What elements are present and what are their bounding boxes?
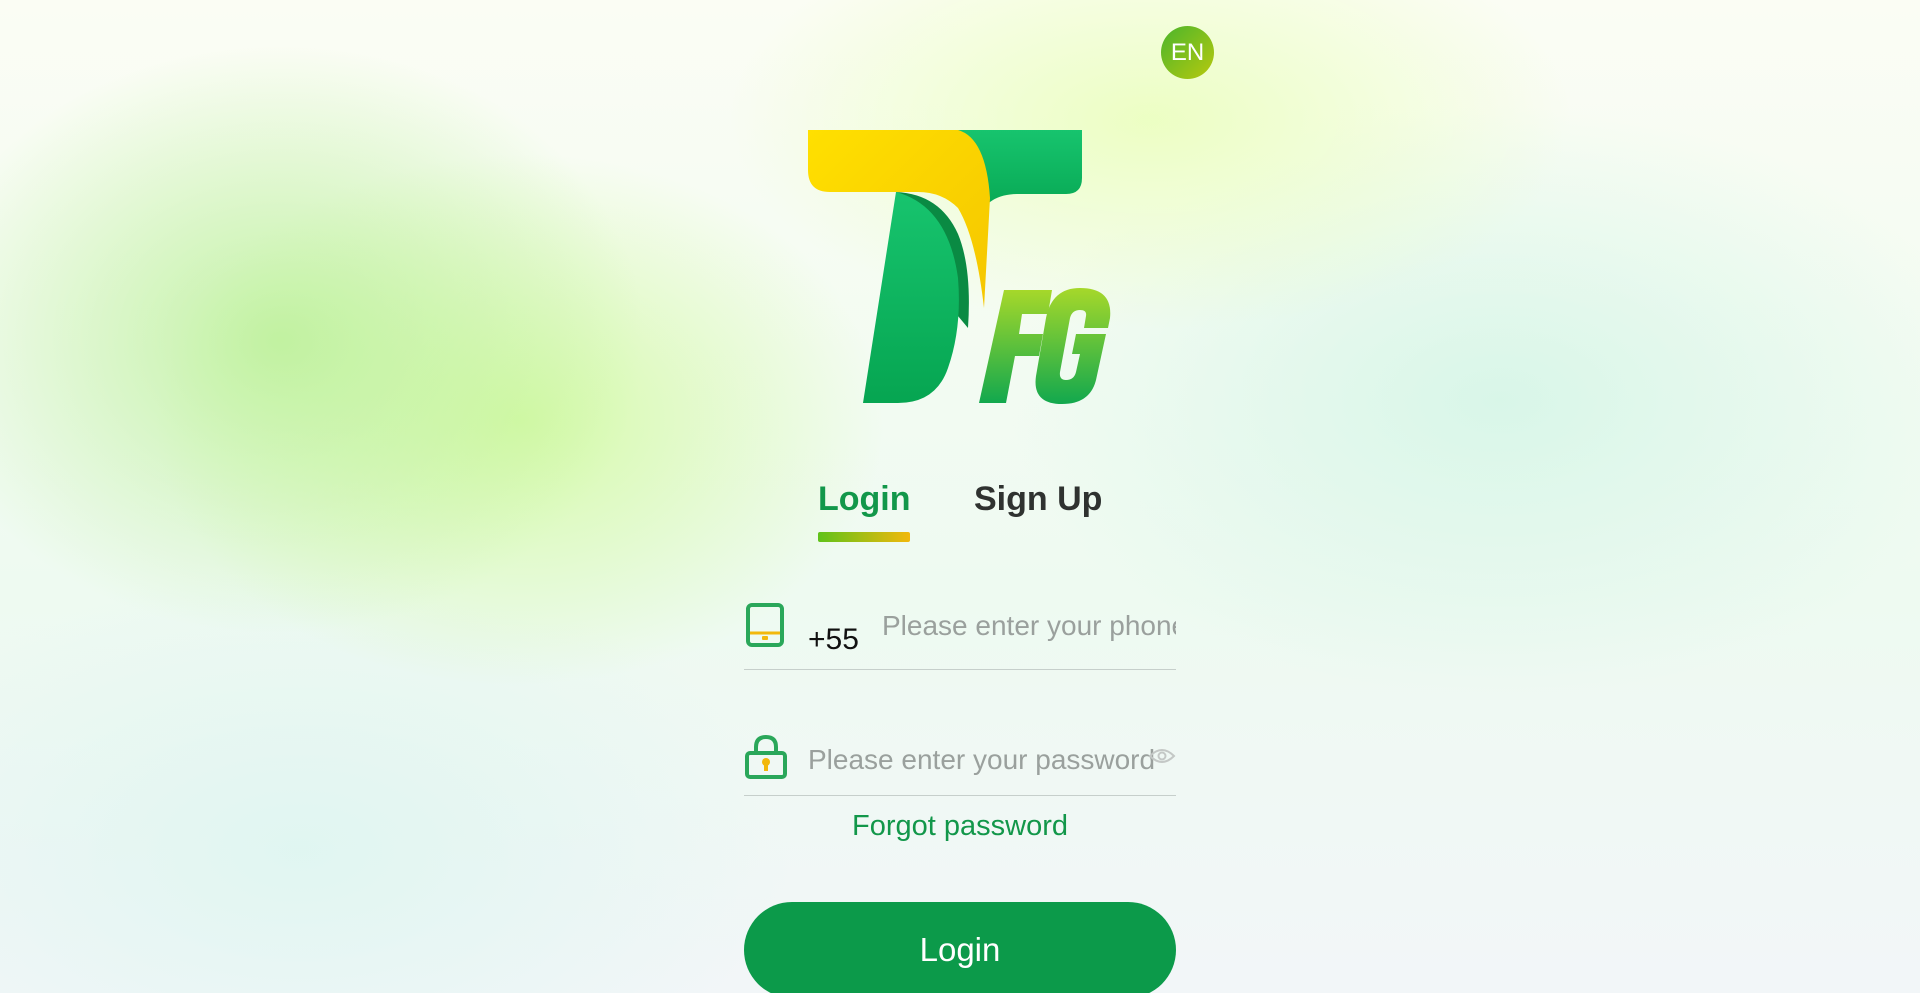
eye-icon[interactable] [1148, 747, 1176, 765]
phone-field: +55 [744, 603, 1176, 670]
phone-input[interactable] [882, 603, 1176, 649]
tab-login[interactable]: Login [818, 480, 911, 519]
auth-tabs: Login Sign Up [800, 480, 1120, 542]
language-switch-button[interactable]: EN [1161, 26, 1214, 79]
login-button[interactable]: Login [744, 902, 1176, 993]
tfg-logo [808, 130, 1111, 404]
lock-icon [745, 734, 787, 779]
active-tab-indicator [818, 532, 910, 542]
tab-sign-up[interactable]: Sign Up [974, 480, 1102, 519]
phone-icon [746, 603, 784, 647]
country-code[interactable]: +55 [808, 623, 859, 657]
forgot-password-link[interactable]: Forgot password [744, 810, 1176, 843]
password-input[interactable] [808, 737, 1158, 783]
language-label: EN [1170, 38, 1205, 66]
password-field [744, 729, 1176, 796]
